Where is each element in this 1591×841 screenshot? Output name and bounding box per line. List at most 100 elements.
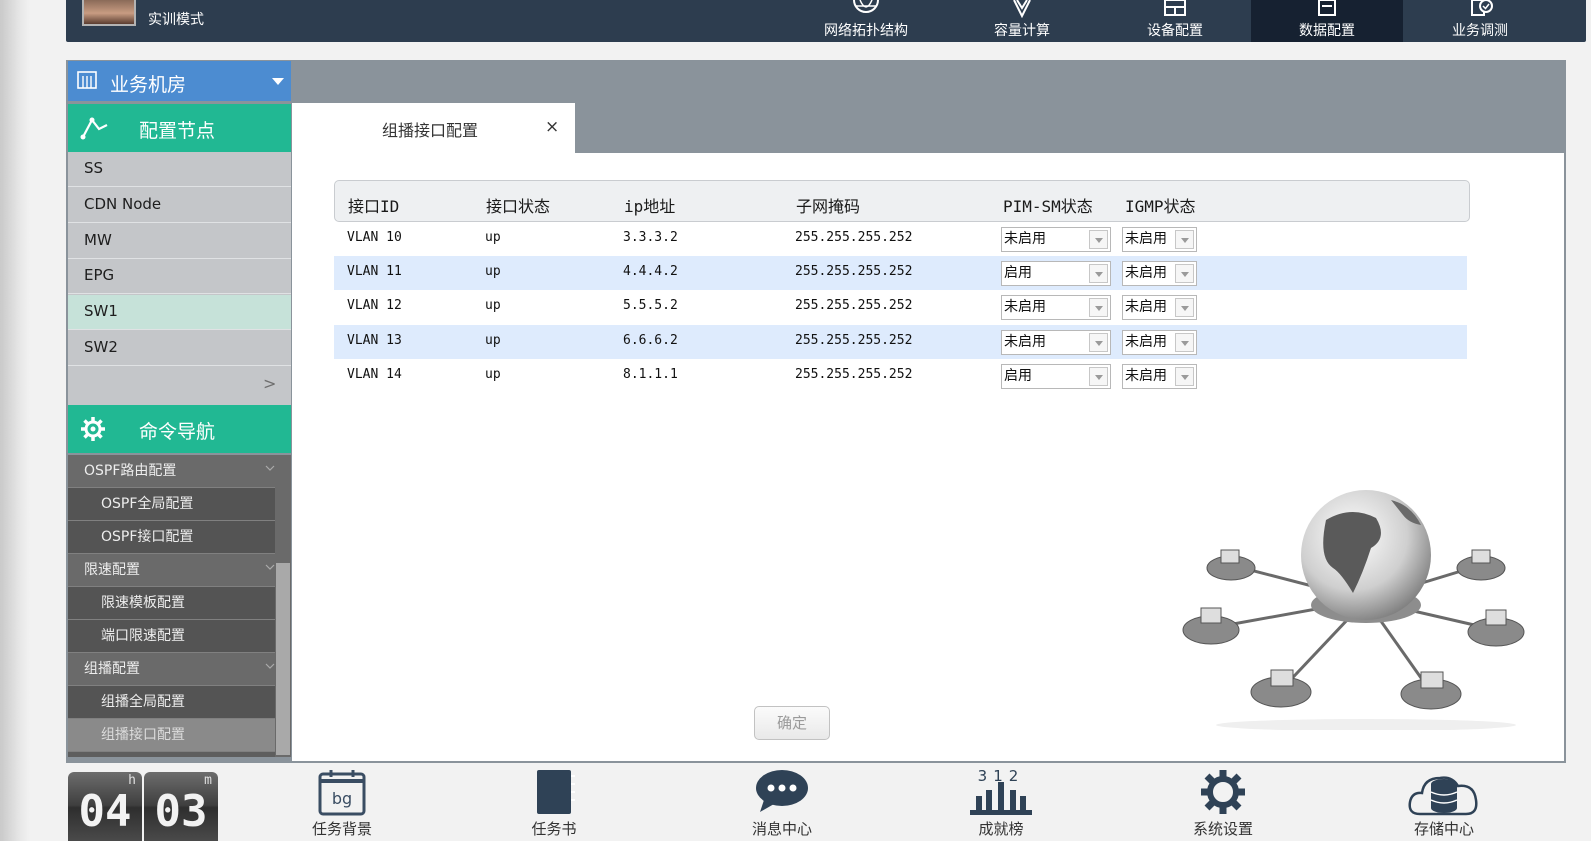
cell-subnet-mask: 255.255.255.252 <box>795 264 913 279</box>
nav-label: 数据配置 <box>1299 23 1355 39</box>
cmd-multicast-global-config[interactable]: 组播全局配置 <box>68 686 275 719</box>
chevron-down-icon <box>1175 264 1194 283</box>
dock-label: 任务书 <box>531 820 577 838</box>
dock-message-center[interactable]: 消息中心 <box>722 768 842 841</box>
dock-label: 消息中心 <box>751 820 812 838</box>
igmp-value: 未启用 <box>1125 231 1167 247</box>
node-item-sw2[interactable]: SW2 <box>68 331 291 366</box>
column-header-interface-id: 接口ID <box>348 197 400 216</box>
column-header-ip-address: ip地址 <box>624 197 676 216</box>
dock-task-background[interactable]: bg 任务背景 <box>282 768 402 841</box>
chevron-down-icon <box>1175 333 1194 352</box>
chevron-down-icon <box>1089 230 1108 249</box>
gear-icon <box>1201 770 1245 814</box>
dock-storage-center[interactable]: 存储中心 <box>1384 768 1504 841</box>
dock-task-book[interactable]: 任务书 <box>494 768 614 841</box>
pim-sm-select[interactable]: 启用 <box>1001 364 1111 389</box>
dock-label: 任务背景 <box>311 820 372 838</box>
chevron-down-icon <box>265 663 275 669</box>
chevron-down-icon <box>1175 367 1194 386</box>
check-document-icon <box>1471 0 1493 16</box>
igmp-select[interactable]: 未启用 <box>1122 330 1197 355</box>
cmd-group-rate-limit[interactable]: 限速配置 <box>68 554 275 587</box>
nav-data-config[interactable]: 数据配置 <box>1251 0 1403 42</box>
cmd-group-ospf-routing[interactable]: OSPF路由配置 <box>68 455 275 488</box>
commands-section-header: 命令导航 <box>68 405 291 453</box>
table-header: 接口ID 接口状态 ip地址 子网掩码 PIM-SM状态 IGMP状态 <box>334 180 1470 222</box>
tab-multicast-interface-config[interactable]: 组播接口配置 × <box>292 103 575 154</box>
chevron-down-icon <box>265 564 275 570</box>
igmp-select[interactable]: 未启用 <box>1122 227 1197 252</box>
igmp-value: 未启用 <box>1125 299 1167 315</box>
pim-sm-value: 未启用 <box>1004 231 1046 247</box>
igmp-select[interactable]: 未启用 <box>1122 295 1197 320</box>
tab-title: 组播接口配置 <box>382 121 479 140</box>
nav-device-config[interactable]: 设备配置 <box>1099 0 1251 42</box>
cell-interface-id: VLAN 14 <box>347 367 402 382</box>
node-item-epg[interactable]: EPG <box>68 259 291 294</box>
section-title: 命令导航 <box>139 421 216 443</box>
globe-icon <box>853 0 879 13</box>
dock-label: 成就榜 <box>978 820 1024 838</box>
user-avatar[interactable] <box>82 0 136 26</box>
dock-achievement-board[interactable]: 312 成就榜 <box>941 768 1061 841</box>
cell-ip-address: 8.1.1.1 <box>623 367 678 382</box>
column-header-subnet-mask: 子网掩码 <box>796 197 861 216</box>
chevron-right-icon[interactable]: > <box>263 374 276 393</box>
cell-ip-address: 3.3.3.2 <box>623 230 678 245</box>
nav-network-topology[interactable]: 网络拓扑结构 <box>790 0 942 42</box>
nav-label: 容量计算 <box>994 23 1050 39</box>
igmp-select[interactable]: 未启用 <box>1122 364 1197 389</box>
cell-interface-status: up <box>485 298 501 313</box>
node-list: SS CDN Node MW EPG SW1 SW2 > <box>68 152 291 405</box>
column-header-interface-status: 接口状态 <box>486 197 551 216</box>
igmp-value: 未启用 <box>1125 265 1167 281</box>
cmd-group-multicast[interactable]: 组播配置 <box>68 653 275 686</box>
room-dropdown[interactable]: 业务机房 <box>68 61 291 101</box>
room-label: 业务机房 <box>110 74 187 96</box>
cell-subnet-mask: 255.255.255.252 <box>795 298 913 313</box>
cell-subnet-mask: 255.255.255.252 <box>795 230 913 245</box>
cmd-label: 组播配置 <box>84 661 140 677</box>
confirm-button[interactable]: 确定 <box>754 706 830 740</box>
pim-sm-select[interactable]: 未启用 <box>1001 227 1111 252</box>
cmd-label: OSPF路由配置 <box>84 463 177 479</box>
node-item-cdn-node[interactable]: CDN Node <box>68 188 291 223</box>
nav-capacity-calc[interactable]: 容量计算 <box>946 0 1098 42</box>
cell-interface-id: VLAN 12 <box>347 298 402 313</box>
cell-interface-status: up <box>485 230 501 245</box>
cloud-database-icon <box>1408 776 1478 816</box>
pim-sm-select[interactable]: 启用 <box>1001 261 1111 286</box>
node-item-ss[interactable]: SS <box>68 152 291 187</box>
pim-sm-select[interactable]: 未启用 <box>1001 295 1111 320</box>
sidebar-scrollbar-thumb[interactable] <box>276 563 290 755</box>
igmp-select[interactable]: 未启用 <box>1122 261 1197 286</box>
node-item-mw[interactable]: MW <box>68 224 291 259</box>
antenna-icon <box>1013 0 1031 18</box>
cmd-ospf-global-config[interactable]: OSPF全局配置 <box>68 488 275 521</box>
pim-sm-select[interactable]: 未启用 <box>1001 330 1111 355</box>
close-icon[interactable]: × <box>545 117 559 137</box>
nodes-icon <box>80 117 108 140</box>
network-globe-illustration <box>1182 490 1525 730</box>
igmp-value: 未启用 <box>1125 334 1167 350</box>
chevron-down-icon <box>1175 230 1194 249</box>
gear-icon <box>81 417 105 441</box>
cmd-port-rate-limit-config[interactable]: 端口限速配置 <box>68 620 275 653</box>
cell-interface-id: VLAN 11 <box>347 264 402 279</box>
clock-hour-unit: h <box>128 773 136 788</box>
cell-interface-status: up <box>485 333 501 348</box>
cmd-multicast-interface-config[interactable]: 组播接口配置 <box>68 719 275 752</box>
nav-service-test[interactable]: 业务调测 <box>1404 0 1556 42</box>
cmd-ospf-interface-config[interactable]: OSPF接口配置 <box>68 521 275 554</box>
clock-hours: 04 h <box>68 772 142 841</box>
pim-sm-value: 未启用 <box>1004 299 1046 315</box>
dock-system-settings[interactable]: 系统设置 <box>1163 768 1283 841</box>
cmd-label: 限速配置 <box>84 562 140 578</box>
node-item-sw1[interactable]: SW1 <box>68 295 291 330</box>
mode-label: 实训模式 <box>148 12 204 28</box>
chevron-down-icon <box>1089 367 1108 386</box>
cmd-rate-limit-template-config[interactable]: 限速模板配置 <box>68 587 275 620</box>
notebook-icon <box>537 770 575 814</box>
column-header-igmp-status: IGMP状态 <box>1125 197 1196 216</box>
